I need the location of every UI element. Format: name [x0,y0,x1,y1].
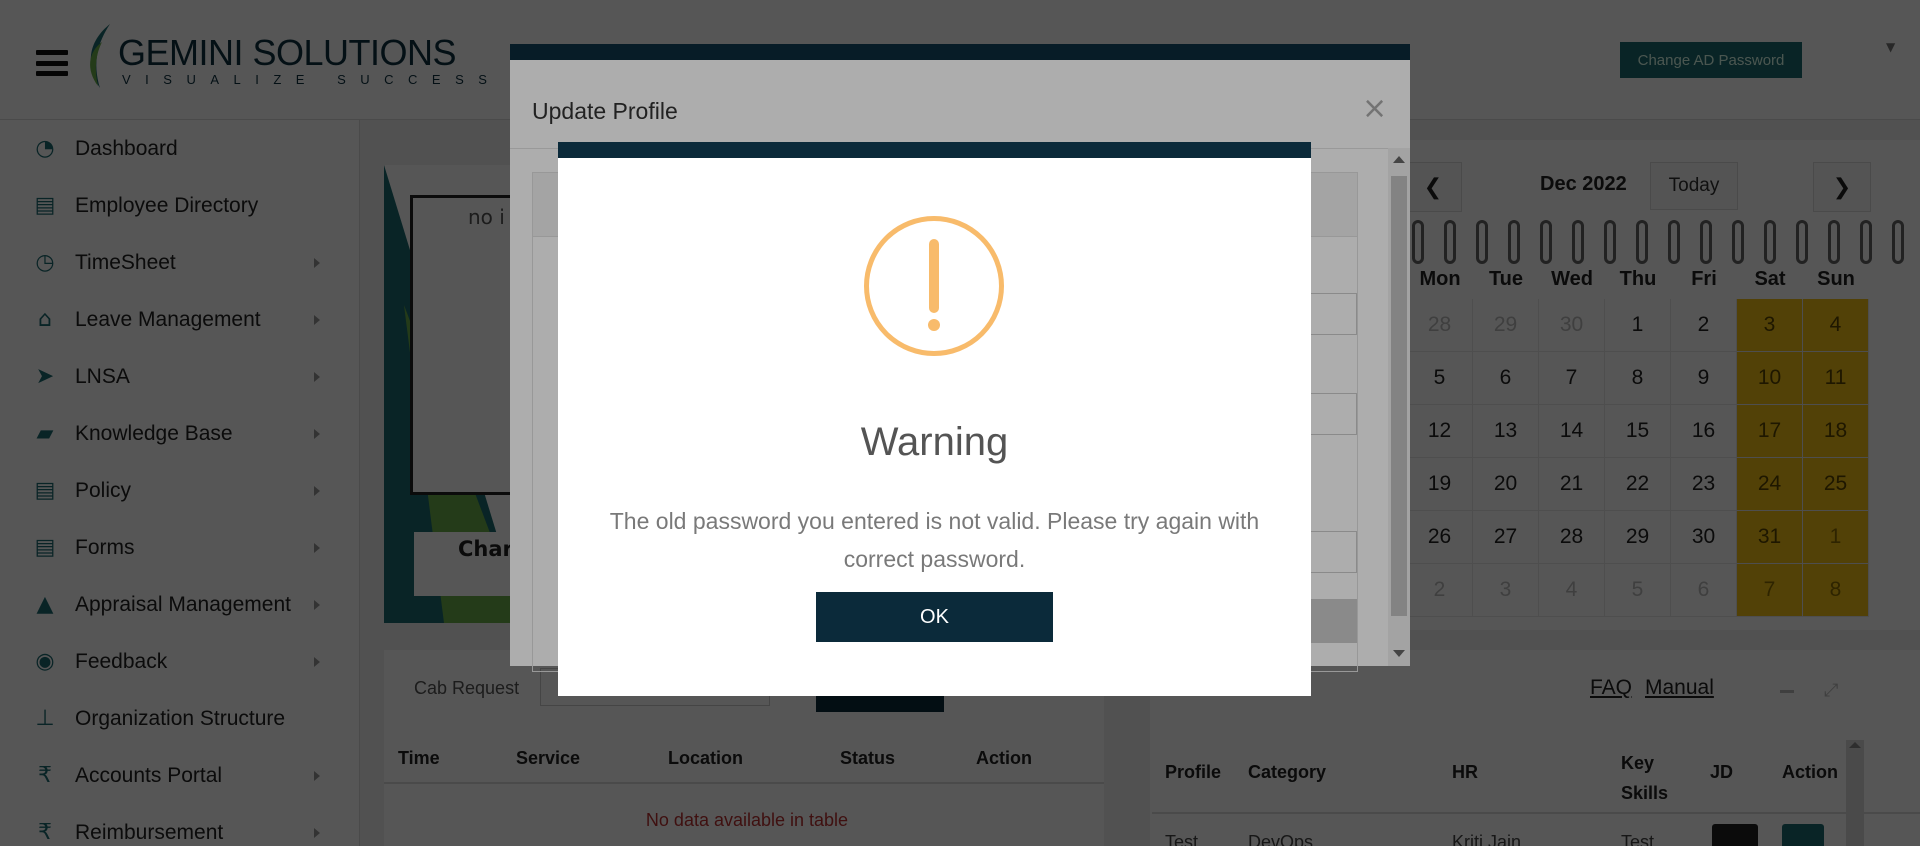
warning-alert-dialog: Warning The old password you entered is … [558,142,1311,696]
exclamation-dot [928,319,940,331]
alert-message: The old password you entered is not vali… [609,508,1260,572]
exclamation-bar [929,239,939,313]
warning-exclamation-icon [864,216,1004,356]
alert-title: Warning [860,420,1009,464]
alert-ok-button[interactable]: OK [816,592,1053,642]
